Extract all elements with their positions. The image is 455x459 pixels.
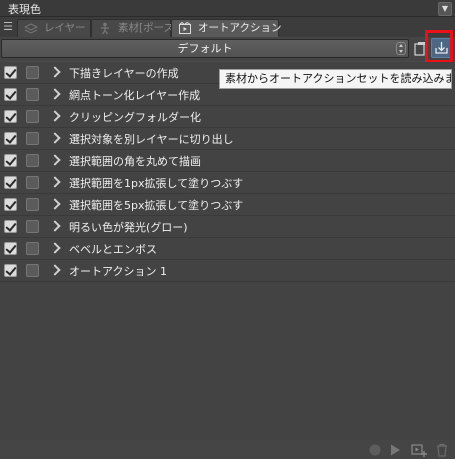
auto-action-toolbar: デフォルト bbox=[0, 37, 455, 61]
list-item[interactable]: 選択対象を別レイヤーに切り出し bbox=[0, 128, 455, 150]
tab-layer[interactable]: レイヤー bbox=[17, 19, 91, 37]
dialog-toggle-checkbox[interactable] bbox=[26, 264, 39, 277]
dialog-toggle-checkbox[interactable] bbox=[26, 110, 39, 123]
chevron-right-icon[interactable] bbox=[49, 132, 61, 144]
action-label: 選択対象を別レイヤーに切り出し bbox=[69, 133, 234, 146]
bottom-toolbar bbox=[0, 440, 455, 459]
enable-checkbox[interactable] bbox=[4, 176, 17, 189]
chevron-right-icon[interactable] bbox=[49, 88, 61, 100]
action-label: 明るい色が発光(グロー) bbox=[69, 221, 188, 234]
chevron-right-icon[interactable] bbox=[49, 154, 61, 166]
enable-checkbox[interactable] bbox=[4, 110, 17, 123]
action-label: クリッピングフォルダー化 bbox=[69, 111, 201, 124]
chevron-right-icon[interactable] bbox=[49, 176, 61, 188]
tab-bar: ☰ レイヤー 素材[ポーズ] オートアクション bbox=[0, 17, 455, 38]
dialog-toggle-checkbox[interactable] bbox=[26, 154, 39, 167]
chevron-right-icon[interactable] bbox=[49, 110, 61, 122]
preset-select-value: デフォルト bbox=[177, 42, 233, 55]
import-tooltip: 素材からオートアクションセットを読み込みます bbox=[219, 69, 452, 89]
enable-checkbox[interactable] bbox=[4, 154, 17, 167]
dialog-toggle-checkbox[interactable] bbox=[26, 88, 39, 101]
auto-action-set-select[interactable]: デフォルト bbox=[1, 39, 409, 58]
delete-icon[interactable] bbox=[435, 443, 449, 457]
tab-pose-material[interactable]: 素材[ポーズ] bbox=[91, 19, 178, 37]
chevron-right-icon[interactable] bbox=[49, 66, 61, 78]
play-icon[interactable] bbox=[388, 443, 402, 457]
list-item[interactable]: オートアクション 1 bbox=[0, 260, 455, 282]
enable-checkbox[interactable] bbox=[4, 66, 17, 79]
chevron-right-icon[interactable] bbox=[49, 220, 61, 232]
enable-checkbox[interactable] bbox=[4, 132, 17, 145]
chevron-right-icon[interactable] bbox=[49, 242, 61, 254]
auto-action-list: 下描きレイヤーの作成 網点トーン化レイヤー作成 クリッピングフォルダー化 選択対… bbox=[0, 62, 455, 440]
dialog-toggle-checkbox[interactable] bbox=[26, 132, 39, 145]
action-label: 選択範囲の角を丸めて描画 bbox=[69, 155, 201, 168]
dialog-toggle-checkbox[interactable] bbox=[26, 198, 39, 211]
action-label: 選択範囲を1px拡張して塗りつぶす bbox=[69, 177, 244, 190]
list-item[interactable]: 選択範囲を1px拡張して塗りつぶす bbox=[0, 172, 455, 194]
list-item[interactable]: ベベルとエンボス bbox=[0, 238, 455, 260]
enable-checkbox[interactable] bbox=[4, 220, 17, 233]
list-item[interactable]: 明るい色が発光(グロー) bbox=[0, 216, 455, 238]
select-spinner-icon bbox=[396, 42, 406, 55]
dialog-toggle-checkbox[interactable] bbox=[26, 66, 39, 79]
chevron-right-icon[interactable] bbox=[49, 264, 61, 276]
dialog-toggle-checkbox[interactable] bbox=[26, 220, 39, 233]
action-label: 選択範囲を5px拡張して塗りつぶす bbox=[69, 199, 244, 212]
record-icon[interactable] bbox=[368, 443, 382, 457]
pose-figure-icon bbox=[101, 22, 109, 35]
highlight-box bbox=[425, 30, 453, 63]
tab-auto-action[interactable]: オートアクション bbox=[171, 19, 282, 37]
chevron-right-icon[interactable] bbox=[49, 198, 61, 210]
tab-label: 素材[ポーズ] bbox=[118, 22, 179, 34]
chevron-down-icon[interactable]: ▼ bbox=[438, 2, 452, 16]
action-label: 網点トーン化レイヤー作成 bbox=[69, 89, 201, 102]
list-item[interactable]: 選択範囲の角を丸めて描画 bbox=[0, 150, 455, 172]
menu-icon[interactable]: ☰ bbox=[2, 20, 14, 34]
enable-checkbox[interactable] bbox=[4, 198, 17, 211]
enable-checkbox[interactable] bbox=[4, 264, 17, 277]
enable-checkbox[interactable] bbox=[4, 242, 17, 255]
panel-titlebar: 表現色 ▼ bbox=[0, 0, 455, 17]
action-label: ベベルとエンボス bbox=[69, 243, 157, 256]
tab-label: レイヤー bbox=[44, 22, 86, 34]
new-action-icon[interactable] bbox=[411, 443, 427, 457]
dialog-toggle-checkbox[interactable] bbox=[26, 242, 39, 255]
action-label: 下描きレイヤーの作成 bbox=[69, 67, 179, 80]
list-item[interactable]: クリッピングフォルダー化 bbox=[0, 106, 455, 128]
layer-icon bbox=[24, 23, 38, 34]
enable-checkbox[interactable] bbox=[4, 88, 17, 101]
list-item[interactable]: 選択範囲を5px拡張して塗りつぶす bbox=[0, 194, 455, 216]
auto-action-icon bbox=[179, 22, 191, 34]
action-label: オートアクション 1 bbox=[69, 265, 167, 278]
panel-title: 表現色 bbox=[8, 3, 41, 16]
dialog-toggle-checkbox[interactable] bbox=[26, 176, 39, 189]
tab-label: オートアクション bbox=[198, 22, 282, 34]
